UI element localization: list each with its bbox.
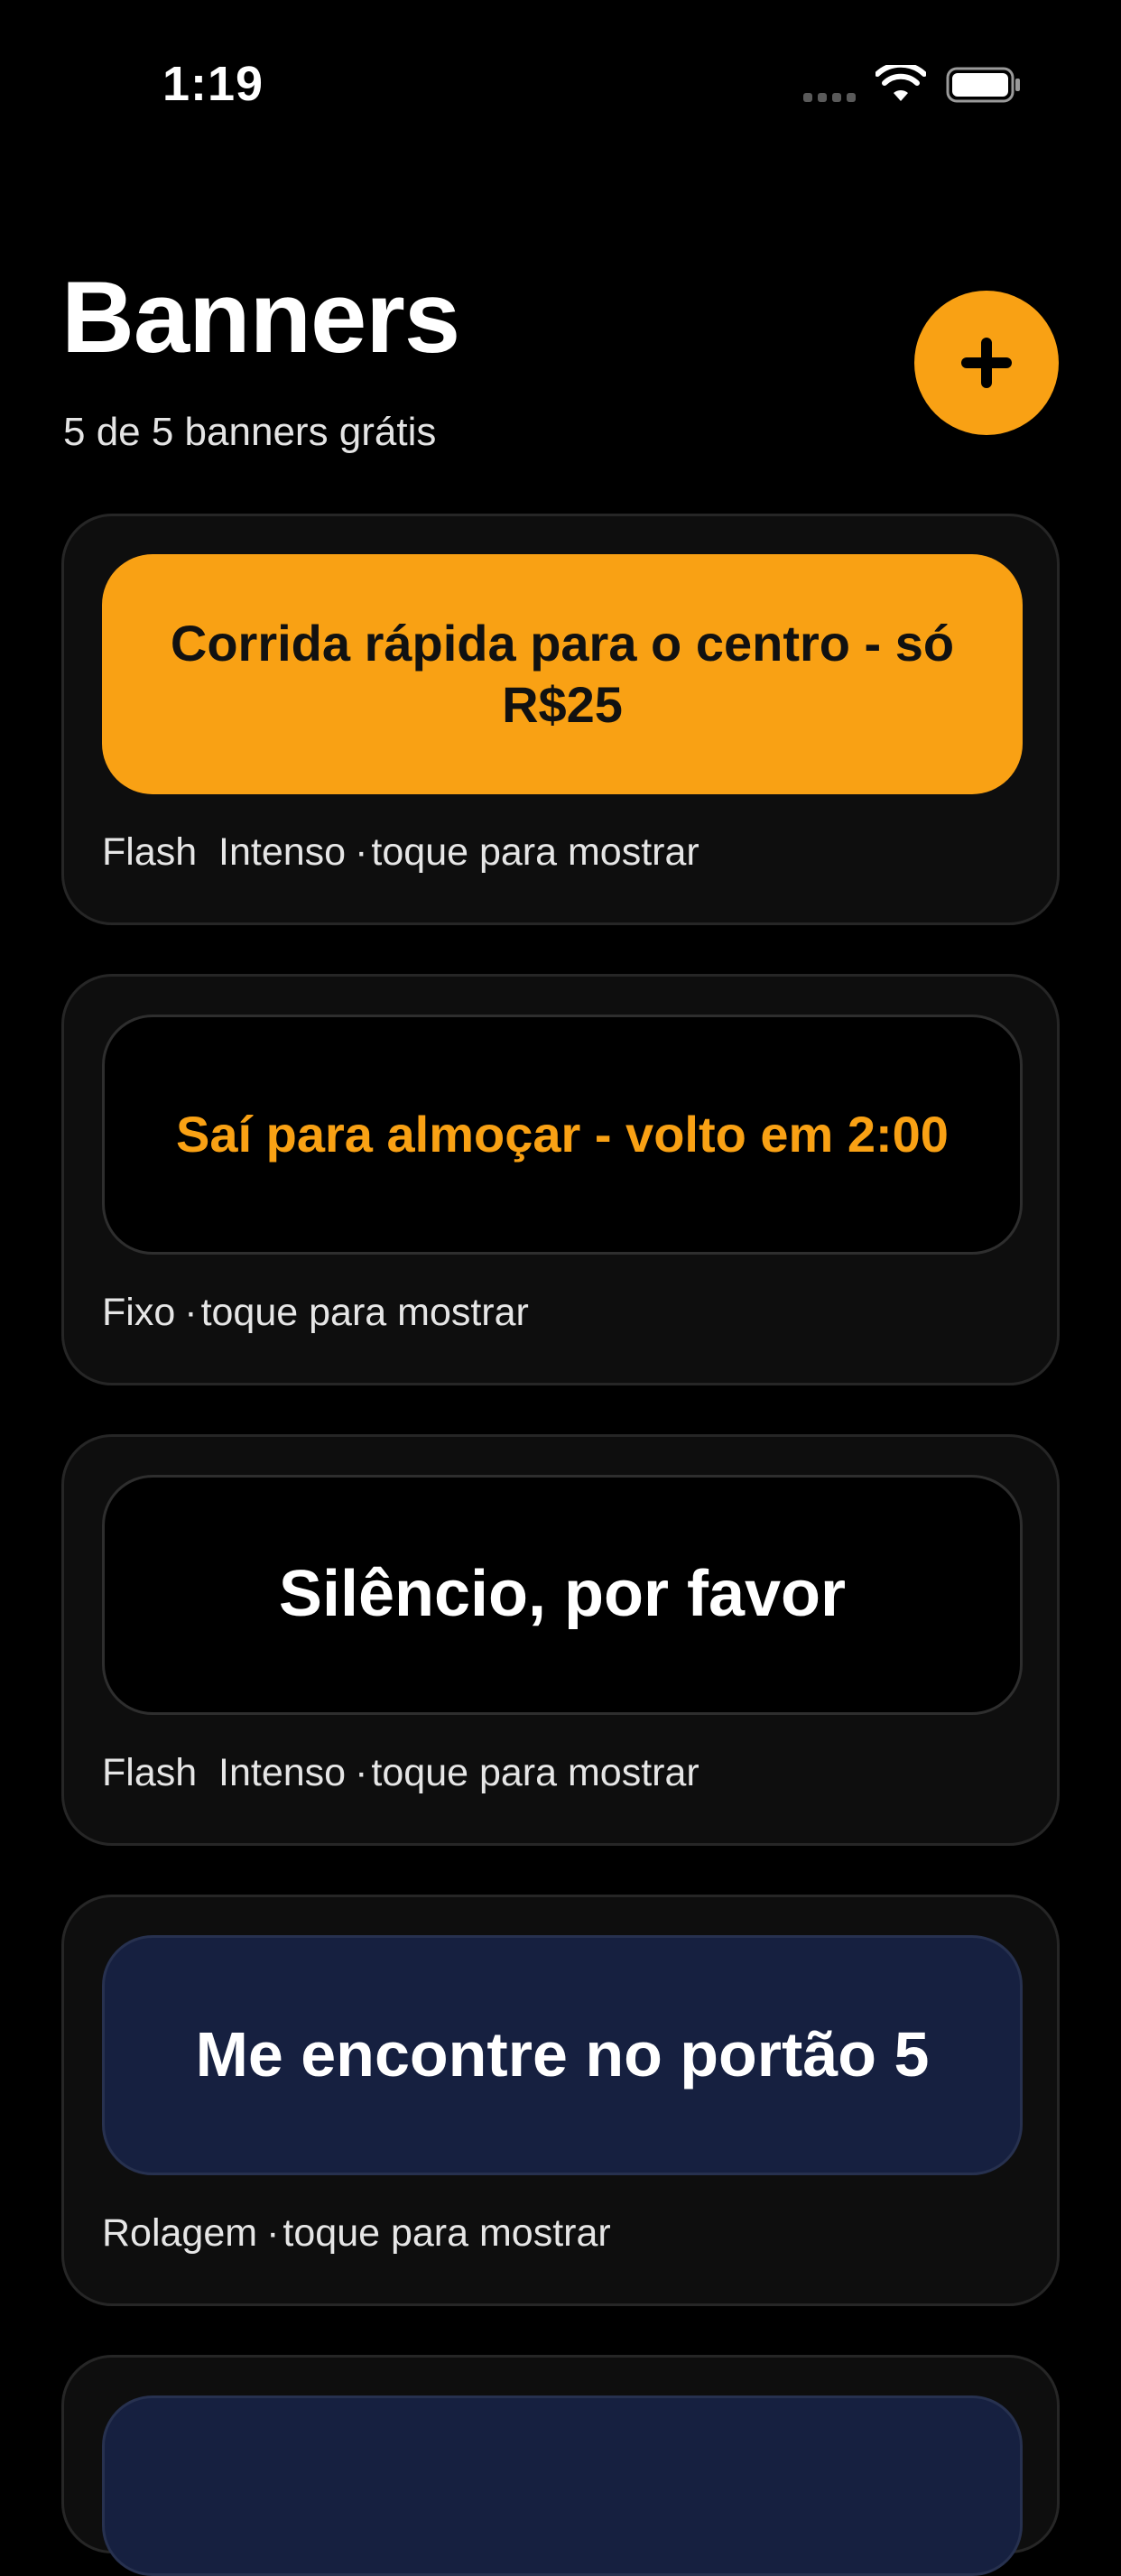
- banner-mode: Flash Intenso: [102, 1751, 347, 1794]
- status-bar: 1:19: [0, 0, 1121, 135]
- status-time: 1:19: [162, 57, 264, 111]
- page-title: Banners: [61, 261, 460, 374]
- banner-card[interactable]: Me encontre no portão 5 Rolagem ·toque pa…: [61, 1895, 1060, 2306]
- banner-action-hint: toque para mostrar: [200, 1291, 529, 1334]
- banner-preview: [102, 2395, 1023, 2576]
- battery-icon: [946, 67, 1020, 103]
- banner-count-subtitle: 5 de 5 banners grátis: [63, 410, 437, 454]
- banner-preview: Silêncio, por favor: [102, 1475, 1023, 1715]
- banner-meta: Flash Intenso ·toque para mostrar: [102, 830, 699, 875]
- wifi-icon: [875, 65, 926, 101]
- add-banner-button[interactable]: [914, 291, 1059, 435]
- banner-meta: Fixo ·toque para mostrar: [102, 1291, 529, 1335]
- separator-dot: ·: [266, 2211, 280, 2255]
- banner-preview: Me encontre no portão 5: [102, 1935, 1023, 2175]
- banner-text: Saí para almoçar - volto em 2:00: [176, 1105, 949, 1163]
- banner-preview: Corrida rápida para o centro - só R$25: [102, 554, 1023, 794]
- banner-mode: Flash Intenso: [102, 830, 347, 874]
- banner-mode: Rolagem: [102, 2211, 258, 2255]
- banner-text: Silêncio, por favor: [278, 1558, 847, 1631]
- cellular-icon: [803, 93, 856, 102]
- banner-action-hint: toque para mostrar: [283, 2211, 611, 2255]
- banner-card[interactable]: [61, 2355, 1060, 2576]
- separator-dot: ·: [184, 1291, 198, 1334]
- banner-action-hint: toque para mostrar: [371, 1751, 699, 1794]
- banner-meta: Flash Intenso ·toque para mostrar: [102, 1751, 699, 1795]
- banner-meta: Rolagem ·toque para mostrar: [102, 2211, 611, 2256]
- banner-mode: Fixo: [102, 1291, 176, 1334]
- banner-preview: Saí para almoçar - volto em 2:00: [102, 1015, 1023, 1255]
- separator-dot: ·: [355, 1751, 368, 1794]
- plus-icon: [961, 338, 1012, 388]
- banner-text: Corrida rápida para o centro - só R$25: [170, 614, 955, 733]
- banner-text: Me encontre no portão 5: [195, 2019, 930, 2090]
- banner-card[interactable]: Saí para almoçar - volto em 2:00 Fixo ·to…: [61, 974, 1060, 1385]
- banner-card[interactable]: Silêncio, por favor Flash Intenso ·toque …: [61, 1434, 1060, 1846]
- banner-action-hint: toque para mostrar: [371, 830, 699, 874]
- separator-dot: ·: [355, 830, 368, 874]
- banner-card[interactable]: Corrida rápida para o centro - só R$25 F…: [61, 514, 1060, 925]
